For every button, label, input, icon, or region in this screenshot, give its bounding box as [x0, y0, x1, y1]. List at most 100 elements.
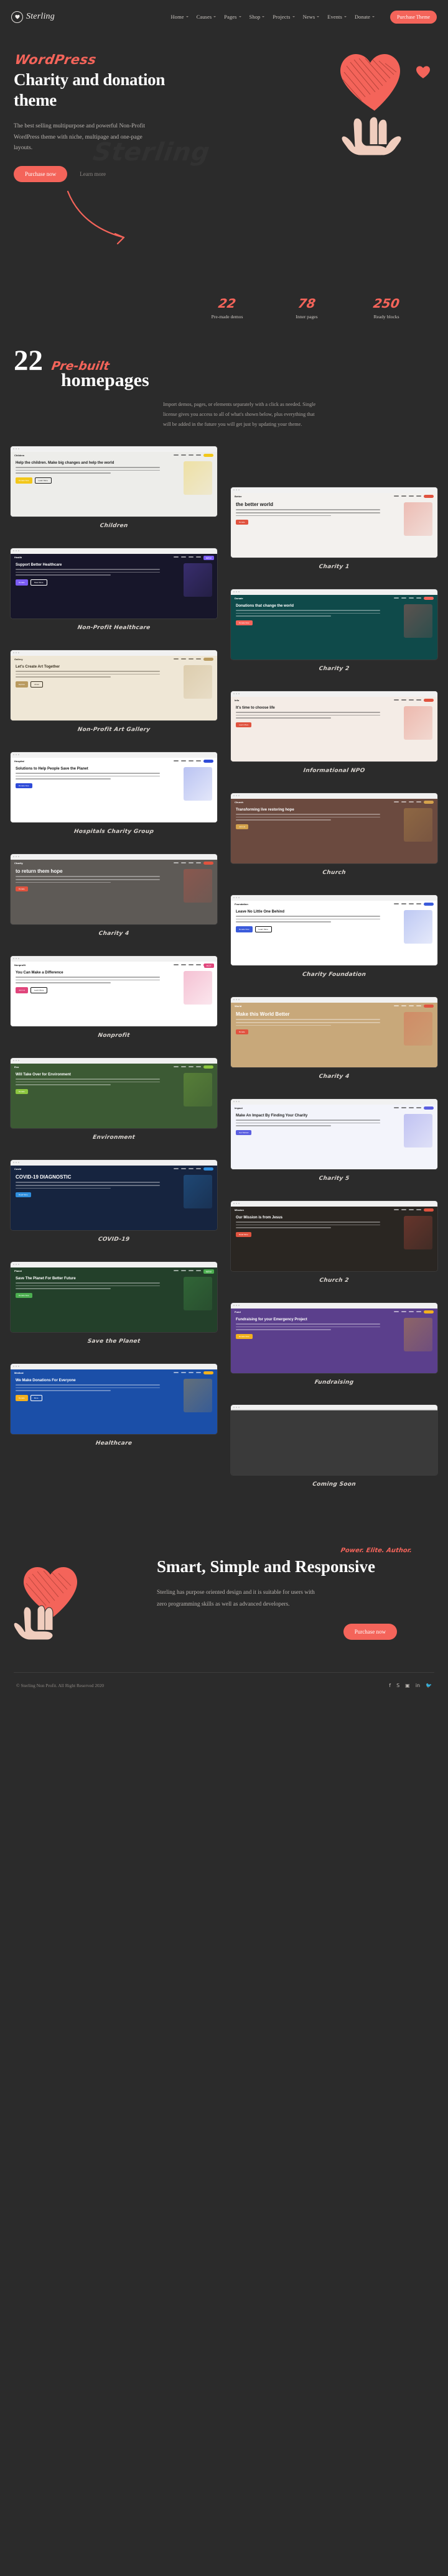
demo-preview[interactable]: World Make this World Better Donate — [230, 996, 438, 1068]
demo-preview[interactable]: Medical We Make Donations For Everyone Don… — [10, 1363, 218, 1435]
demo-preview[interactable]: Planet Save The Planet For Better Future D… — [10, 1261, 218, 1333]
demo-mock-nav-links — [174, 1066, 201, 1068]
demo-mock-nav: Eco — [11, 1064, 217, 1070]
demo-item[interactable]: Eco Will Take Over for Environment Donate E… — [10, 1057, 218, 1141]
demo-item[interactable]: Mission Our Mission is from Jesus Read Mor… — [230, 1200, 438, 1284]
demo-preview[interactable]: Eco Will Take Over for Environment Donate — [10, 1057, 218, 1129]
demo-preview[interactable]: Covid COVID-19 DIAGNOSTIC Read More — [10, 1159, 218, 1231]
demo-mock-illustration — [184, 1276, 212, 1310]
demo-preview[interactable] — [230, 1404, 438, 1476]
demo-mock-cta-pill — [424, 596, 434, 600]
demo-mock-logo: Info — [235, 698, 240, 702]
demo-item[interactable]: Health Support Better Healthcare Donate Rea… — [10, 547, 218, 631]
demo-mock-primary-button: Donate Now — [236, 926, 253, 932]
instagram-icon[interactable]: ▣ — [405, 1683, 410, 1688]
demo-item[interactable]: Gallery Let's Create Art Together Explore A… — [10, 649, 218, 733]
demo-mock-text-line — [236, 512, 381, 513]
demo-mock-illustration — [184, 1174, 212, 1208]
demo-preview[interactable]: Mission Our Mission is from Jesus Read Mor… — [230, 1200, 438, 1272]
skype-icon[interactable]: S — [396, 1683, 399, 1688]
demo-item[interactable]: Covid COVID-19 DIAGNOSTIC Read More COVID-1… — [10, 1159, 218, 1243]
demo-mock-buttons: Donate Now Learn More — [236, 926, 400, 932]
facebook-icon[interactable]: f — [389, 1683, 391, 1688]
demo-preview[interactable]: Donate Donations that change the world Don… — [230, 588, 438, 660]
demo-item[interactable]: Nonprofit You Can Make a Difference Join U… — [10, 955, 218, 1039]
nav-item-home[interactable]: Home — [171, 14, 189, 20]
demo-mock-primary-button: Donate — [16, 579, 28, 586]
nav-item-events[interactable]: Events — [327, 14, 347, 20]
demo-item[interactable]: World Make this World Better Donate Charity… — [230, 996, 438, 1080]
demo-item[interactable]: Better the better world Donate Charity 1 — [230, 486, 438, 570]
demo-mock-cta-pill — [424, 698, 434, 702]
hero-section: Sterling WordPress Charity and donation … — [0, 34, 448, 276]
demo-mock-nav-links — [174, 862, 201, 864]
demo-preview[interactable]: Foundation Leave No Little One Behind Dona… — [230, 894, 438, 966]
browser-chrome-bar — [231, 1098, 437, 1105]
demo-caption: Church — [322, 869, 347, 876]
demo-item[interactable]: Church Transforming live restoring hope Jo… — [230, 792, 438, 876]
closing-purchase-now-button[interactable]: Purchase now — [343, 1624, 397, 1640]
demo-item[interactable]: Fund Fundraising for your Emergency Proje… — [230, 1302, 438, 1386]
demo-preview[interactable]: Better the better world Donate — [230, 486, 438, 558]
demo-preview[interactable]: Impact Make An Impact By Finding Your Cha… — [230, 1098, 438, 1170]
demo-mock-illustration — [184, 665, 212, 699]
demo-mock-nav: Charity — [11, 860, 217, 867]
demo-item[interactable]: Info It's time to choose life Learn More In… — [230, 690, 438, 774]
demo-preview[interactable]: Children Help the children. Make big chan… — [10, 445, 218, 517]
heart-in-hand-logo-icon — [11, 11, 23, 23]
nav-item-shop[interactable]: Shop — [250, 14, 265, 20]
nav-item-donate[interactable]: Donate — [355, 14, 375, 20]
purchase-theme-button[interactable]: Purchase Theme — [390, 10, 437, 24]
demo-mock-text-line — [236, 1019, 381, 1020]
demo-preview[interactable]: Fund Fundraising for your Emergency Proje… — [230, 1302, 438, 1374]
demo-preview-body: Church Transforming live restoring hope Jo… — [231, 798, 437, 863]
demo-preview[interactable]: Health Support Better Healthcare Donate Rea… — [10, 547, 218, 619]
demo-preview[interactable]: Church Transforming live restoring hope Jo… — [230, 792, 438, 864]
demo-item[interactable]: Charity to return them hope Donate Charity … — [10, 853, 218, 937]
linkedin-icon[interactable]: in — [416, 1683, 420, 1688]
demo-mock-cta-pill — [203, 759, 213, 763]
demo-mock-secondary-button: Read More — [30, 579, 47, 586]
demo-mock-nav-links — [174, 1372, 201, 1374]
demo-item[interactable]: Donate Donations that change the world Don… — [230, 588, 438, 672]
demo-item[interactable]: Impact Make An Impact By Finding Your Cha… — [230, 1098, 438, 1182]
demo-mock-content: Solutions to Help People Save the Planet… — [11, 765, 217, 801]
showcase-heading: 22 Pre-built homepages Import demos, pag… — [0, 320, 448, 430]
demo-mock-nav-links — [394, 1005, 421, 1007]
demo-preview[interactable]: Info It's time to choose life Learn More — [230, 690, 438, 762]
demo-mock-headline: Leave No Little One Behind — [236, 909, 285, 914]
demo-preview[interactable]: Nonprofit You Can Make a Difference Join U… — [10, 955, 218, 1027]
demo-mock-headline: Solutions to Help People Save the Planet — [16, 766, 88, 771]
browser-chrome-bar — [11, 650, 217, 656]
demo-item[interactable]: Medical We Make Donations For Everyone Don… — [10, 1363, 218, 1447]
twitter-icon[interactable]: 🐦 — [426, 1683, 432, 1688]
demo-preview[interactable]: Charity to return them hope Donate — [10, 853, 218, 925]
demo-caption: Nonprofit — [97, 1032, 131, 1039]
demo-item[interactable]: Foundation Leave No Little One Behind Dona… — [230, 894, 438, 978]
brand-logo[interactable]: Sterling — [11, 11, 55, 23]
demo-mock-nav: Gallery — [11, 656, 217, 663]
demo-mock-text-line — [236, 1224, 381, 1226]
demo-mock-nav: Church — [231, 799, 437, 806]
demo-preview[interactable]: Gallery Let's Create Art Together Explore A… — [10, 649, 218, 721]
demo-mock-text-line — [236, 814, 381, 815]
chevron-down-icon — [317, 16, 320, 17]
demo-badge: NEW — [203, 555, 214, 560]
demo-item[interactable]: Coming Soon — [230, 1404, 438, 1488]
hero-purchase-now-button[interactable]: Purchase now — [14, 166, 68, 183]
demo-item[interactable]: Hospital Solutions to Help People Save th… — [10, 751, 218, 835]
nav-item-causes[interactable]: Causes — [197, 14, 217, 20]
demo-caption: Healthcare — [95, 1440, 133, 1447]
nav-item-news[interactable]: News — [303, 14, 320, 20]
demo-mock-illustration — [184, 1378, 212, 1412]
demo-preview[interactable]: Hospital Solutions to Help People Save th… — [10, 751, 218, 823]
demo-mock-text-line — [236, 717, 332, 719]
hero-learn-more-link[interactable]: Learn more — [80, 171, 106, 177]
demo-item[interactable]: Children Help the children. Make big chan… — [10, 445, 218, 529]
chevron-down-icon — [238, 16, 241, 17]
nav-item-pages[interactable]: Pages — [224, 14, 241, 20]
browser-chrome-bar — [231, 895, 437, 901]
demo-mock-text-line — [16, 1387, 161, 1389]
demo-item[interactable]: Planet Save The Planet For Better Future D… — [10, 1261, 218, 1345]
nav-item-projects[interactable]: Projects — [273, 14, 295, 20]
